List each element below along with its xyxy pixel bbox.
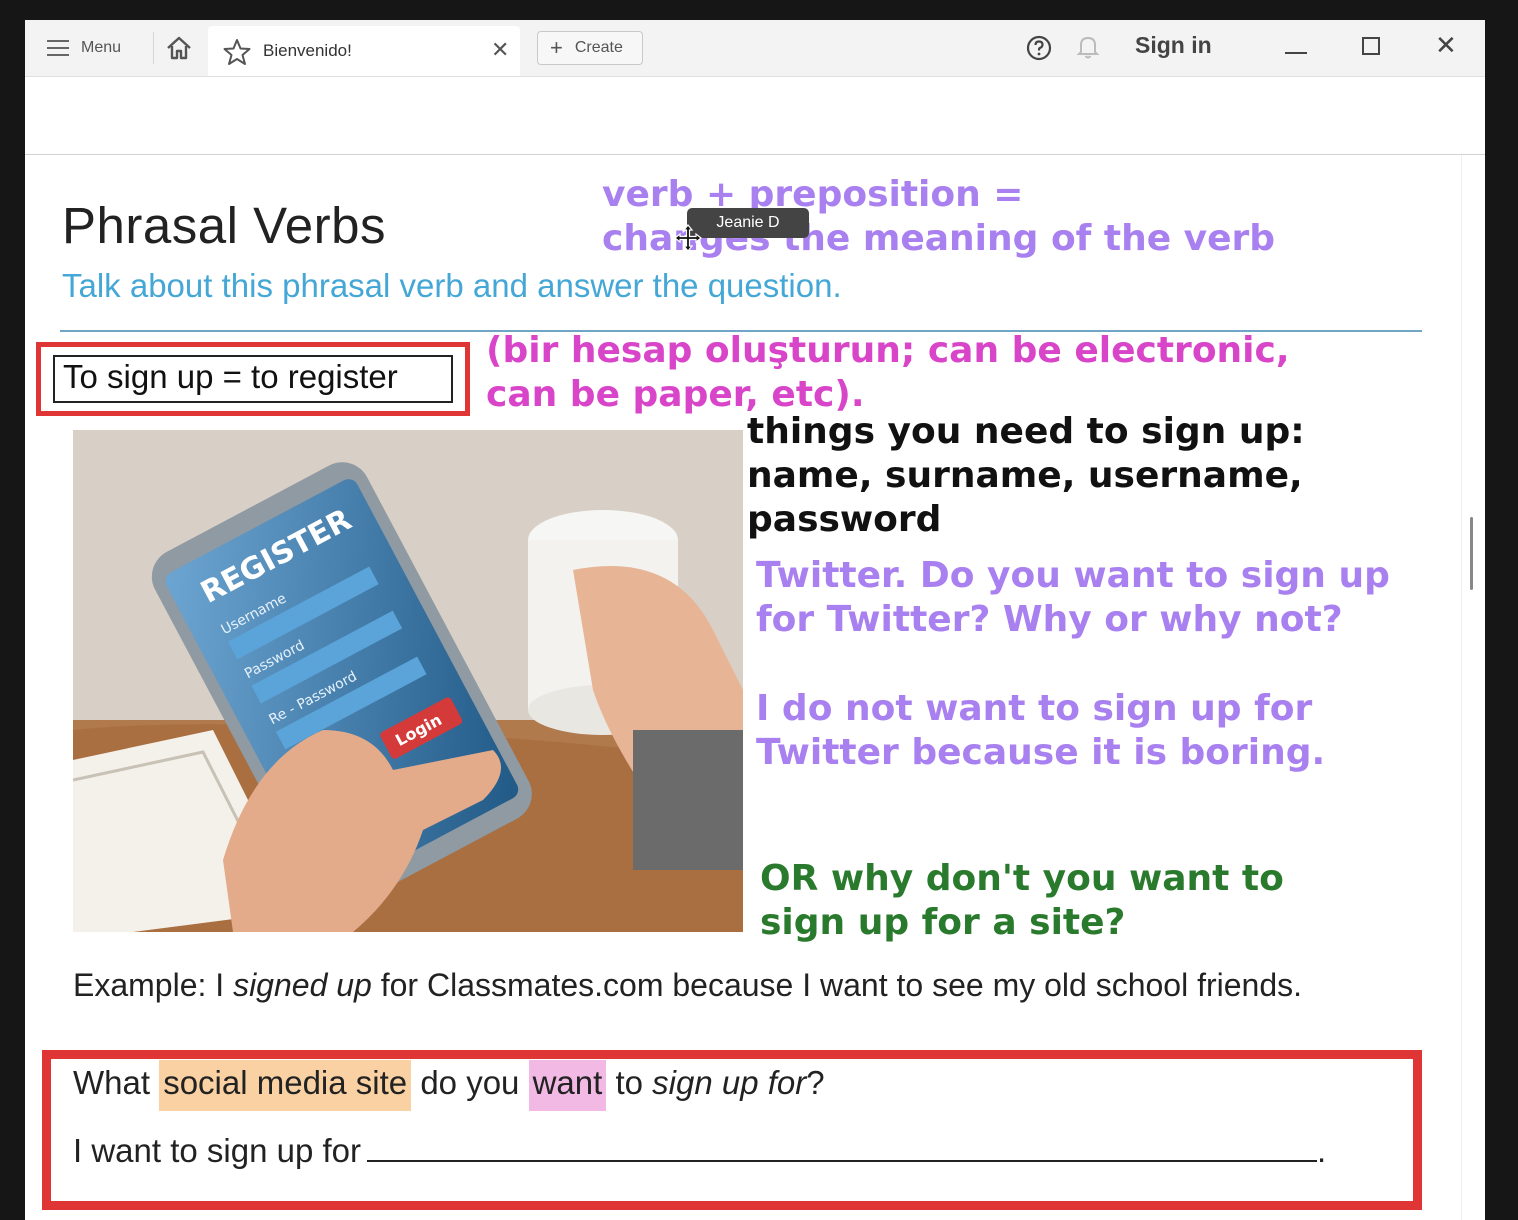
minimize-button[interactable] (1285, 38, 1309, 58)
answer-line: I want to sign up for. (73, 1130, 1326, 1170)
annotation-answer-line2: Twitter because it is boring. (756, 732, 1326, 773)
scrollbar-thumb[interactable] (1470, 517, 1473, 590)
maximize-button[interactable] (1362, 37, 1380, 55)
example-rest: for Classmates.com because I want to see… (371, 967, 1303, 1003)
annotation-answer-line1: I do not want to sign up for (756, 688, 1313, 729)
q-mark: ? (806, 1064, 825, 1101)
q-sign-up-for: sign up for (652, 1064, 807, 1101)
divider (153, 32, 154, 64)
sign-in-button[interactable]: Sign in (1135, 32, 1212, 59)
tab-bienvenido[interactable]: Bienvenido! ✕ (208, 26, 520, 76)
menu-button[interactable]: Menu (47, 36, 121, 60)
q-what: What (73, 1064, 160, 1101)
help-button[interactable] (1026, 35, 1052, 61)
annotation-twitter-line2: for Twitter? Why or why not? (756, 599, 1343, 640)
toolbar-area (25, 77, 1485, 155)
q-do-you: do you (411, 1064, 529, 1101)
answer-prefix: I want to sign up for (73, 1132, 361, 1169)
annotation-or-line1: OR why don't you want to (760, 858, 1284, 899)
page-subtitle: Talk about this phrasal verb and answer … (62, 267, 842, 304)
q-to: to (606, 1064, 653, 1101)
example-sentence: Example: I signed up for Classmates.com … (73, 964, 1373, 1007)
answer-blank[interactable] (367, 1130, 1317, 1162)
app-window: Menu Bienvenido! ✕ + Create Sign in ✕ Ph… (25, 20, 1485, 1220)
question-text: What social media site do you want to si… (73, 1060, 825, 1111)
page-title: Phrasal Verbs (62, 197, 387, 254)
annotation-turkish-line1: (bir hesap oluşturun; can be electronic, (486, 330, 1290, 371)
title-bar: Menu Bienvenido! ✕ + Create Sign in ✕ (25, 20, 1485, 77)
tab-label: Bienvenido! (263, 41, 352, 60)
home-icon (167, 36, 191, 60)
move-cursor-icon (674, 224, 702, 252)
home-button[interactable] (165, 34, 195, 62)
create-button[interactable]: + Create (537, 31, 643, 65)
annotation-things-line1: things you need to sign up: (747, 411, 1305, 452)
answer-suffix: . (1317, 1132, 1327, 1169)
definition-text: To sign up = to register (63, 358, 398, 395)
hamburger-icon (47, 40, 69, 56)
minimize-icon (1285, 51, 1307, 54)
annotation-things-line3: password (747, 499, 942, 540)
close-window-button[interactable]: ✕ (1435, 30, 1457, 61)
bell-icon (1076, 36, 1100, 59)
notifications-button[interactable] (1075, 33, 1101, 61)
scrollbar[interactable] (1461, 155, 1485, 1220)
tab-close-icon[interactable]: ✕ (491, 37, 509, 63)
star-icon[interactable] (222, 37, 252, 67)
highlight-social-media-site: social media site (159, 1060, 412, 1111)
annotation-verb-line1: verb + preposition = (602, 174, 1024, 215)
menu-label: Menu (81, 39, 122, 56)
annotation-twitter-line1: Twitter. Do you want to sign up (756, 555, 1390, 596)
annotation-things-line2: name, surname, username, (747, 455, 1303, 496)
help-icon (1026, 35, 1052, 61)
example-italic: signed up (233, 967, 372, 1003)
create-label: Create (574, 39, 623, 56)
photo-illustration: REGISTER Username Password Re - Password… (73, 430, 743, 932)
highlight-want: want (528, 1060, 607, 1111)
register-phone-image: REGISTER Username Password Re - Password… (73, 430, 743, 932)
annotation-or-line2: sign up for a site? (760, 902, 1126, 943)
plus-icon: + (550, 35, 563, 60)
example-prefix: Example: I (73, 967, 234, 1003)
cursor-name-tooltip: Jeanie D (687, 208, 809, 238)
